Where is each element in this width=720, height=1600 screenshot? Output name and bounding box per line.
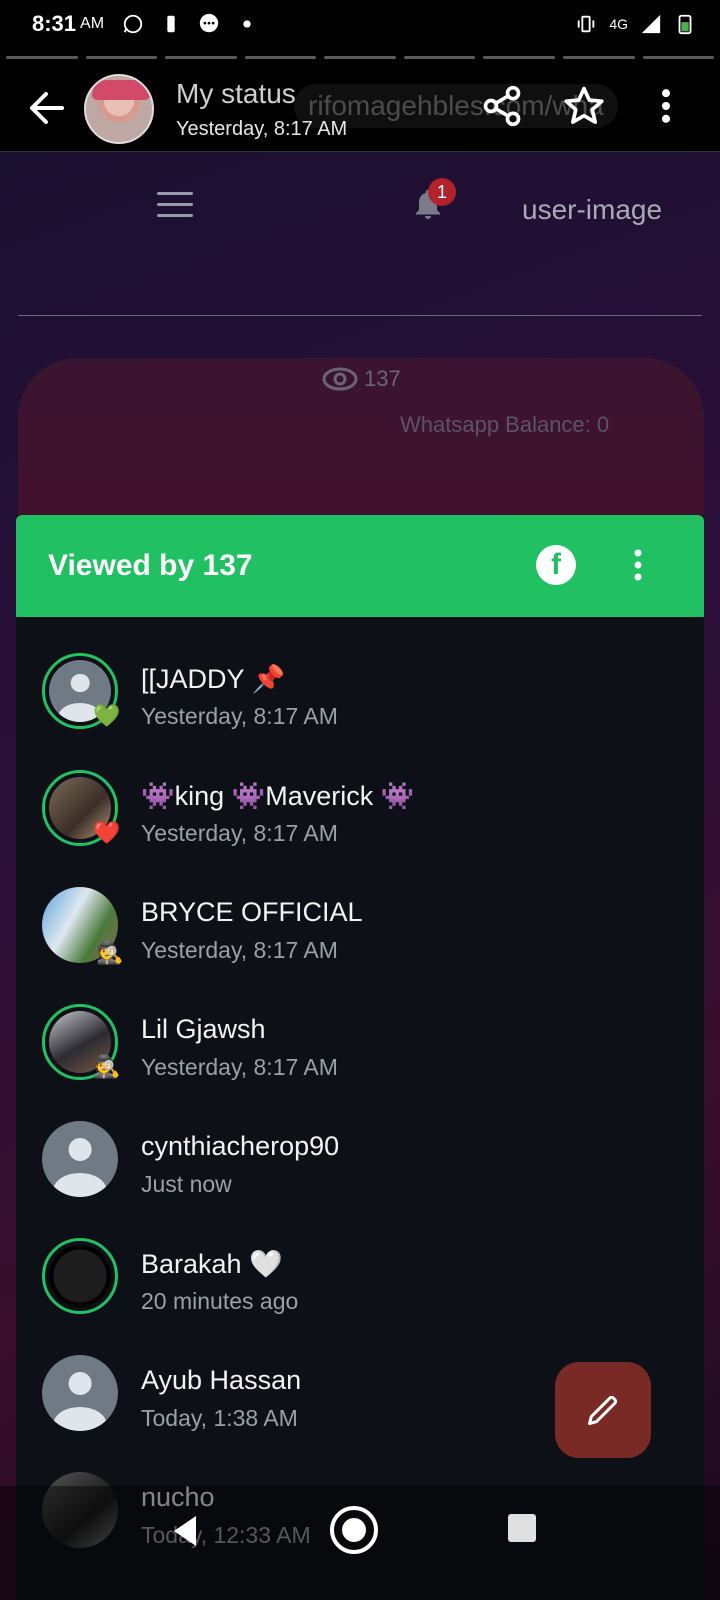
avatar xyxy=(42,1355,118,1431)
progress-segment xyxy=(324,56,396,59)
progress-segment xyxy=(403,56,476,59)
status-header: rifomagehbles.com/wha My status Yesterda… xyxy=(0,60,720,152)
divider xyxy=(18,315,702,316)
viewer-name: Ayub Hassan xyxy=(141,1365,302,1395)
viewer-time: Yesterday, 8:17 AM xyxy=(141,703,338,729)
sheet-more-vert-icon[interactable] xyxy=(628,547,648,583)
nav-home-icon[interactable] xyxy=(330,1506,378,1554)
list-item[interactable]: cynthiacherop90 Just now xyxy=(16,1107,704,1225)
facebook-icon: f xyxy=(551,548,561,581)
signal-icon xyxy=(641,14,661,34)
viewer-time: Just now xyxy=(141,1171,232,1197)
status-timestamp: Yesterday, 8:17 AM xyxy=(176,118,348,140)
avatar xyxy=(42,1238,118,1314)
background-views-count: 137 xyxy=(364,366,401,391)
dot-icon xyxy=(243,20,251,28)
viewer-time: Yesterday, 8:17 AM xyxy=(141,820,338,846)
reaction-detective: 🕵️ xyxy=(96,940,124,965)
list-item[interactable]: 🕵️ Lil Gjawsh Yesterday, 8:17 AM xyxy=(16,990,704,1108)
viewer-name: Barakah 🤍 xyxy=(141,1249,283,1279)
viewer-name: 👾king 👾Maverick 👾 xyxy=(141,781,415,811)
share-icon[interactable] xyxy=(480,84,524,128)
battery-saver-icon xyxy=(167,15,175,33)
reaction-green-heart: 💚 xyxy=(93,703,121,728)
viewer-time: Yesterday, 8:17 AM xyxy=(141,1054,338,1080)
list-item[interactable]: ❤️ 👾king 👾Maverick 👾 Yesterday, 8:17 AM xyxy=(16,756,704,874)
back-arrow-icon[interactable] xyxy=(22,88,70,128)
pencil-icon xyxy=(588,1395,618,1425)
avatar: 🕵️ xyxy=(42,887,124,965)
background-views: 137 xyxy=(322,366,401,392)
progress-segment xyxy=(165,56,237,59)
avatar: 💚 xyxy=(42,653,121,729)
viewer-time: 20 minutes ago xyxy=(141,1288,299,1314)
progress-segment xyxy=(85,56,158,59)
facebook-share-button[interactable]: f xyxy=(536,545,576,585)
viewer-time: Today, 1:38 AM xyxy=(141,1405,298,1431)
notification-badge: 1 xyxy=(428,178,456,206)
viewer-name: [[JADDY 📌 xyxy=(141,664,286,694)
reaction-red-heart: ❤️ xyxy=(93,820,121,845)
hamburger-menu-icon xyxy=(157,192,193,220)
clock-ampm: AM xyxy=(80,15,105,32)
vibrate-icon xyxy=(578,15,595,33)
network-type: 4G xyxy=(609,16,628,32)
edit-status-button[interactable] xyxy=(555,1362,651,1458)
progress-segment xyxy=(6,56,78,59)
clock: 8:31 xyxy=(32,11,77,36)
system-status-bar: 8:31 AM 4G xyxy=(0,0,720,48)
eye-icon xyxy=(322,367,358,391)
progress-segment xyxy=(244,56,317,59)
viewer-name: BRYCE OFFICIAL xyxy=(141,897,363,927)
viewer-name: cynthiacherop90 xyxy=(141,1131,340,1161)
user-image-label: user-image xyxy=(522,194,663,225)
viewer-time: Yesterday, 8:17 AM xyxy=(141,937,338,963)
more-vert-icon[interactable] xyxy=(644,84,688,128)
progress-segment xyxy=(642,56,715,59)
avatar xyxy=(42,1121,118,1197)
balance-text: Whatsapp Balance: 0 xyxy=(400,412,610,437)
page-title: My status xyxy=(176,78,296,109)
avatar: 🕵️ xyxy=(42,1004,121,1080)
avatar: ❤️ xyxy=(42,770,121,846)
viewed-by-title: Viewed by 137 xyxy=(48,549,253,582)
list-item[interactable]: 🕵️ BRYCE OFFICIAL Yesterday, 8:17 AM xyxy=(16,873,704,991)
reaction-detective: 🕵️ xyxy=(93,1054,121,1079)
message-icon xyxy=(199,13,219,33)
list-item[interactable]: Barakah 🤍 20 minutes ago xyxy=(16,1224,704,1342)
nav-recents-icon[interactable] xyxy=(508,1514,536,1542)
list-item[interactable]: 💚 [[JADDY 📌 Yesterday, 8:17 AM xyxy=(16,639,704,757)
sheet-header: Viewed by 137 f xyxy=(16,515,704,617)
viewer-name: Lil Gjawsh xyxy=(141,1014,266,1044)
avatar[interactable] xyxy=(84,74,154,144)
star-icon[interactable] xyxy=(562,84,606,128)
whatsapp-icon xyxy=(123,14,143,34)
nav-back-icon[interactable] xyxy=(170,1514,200,1548)
progress-segment xyxy=(483,56,555,59)
progress-segment xyxy=(562,56,635,59)
battery-icon xyxy=(678,14,692,35)
system-nav-bar xyxy=(0,1486,720,1600)
